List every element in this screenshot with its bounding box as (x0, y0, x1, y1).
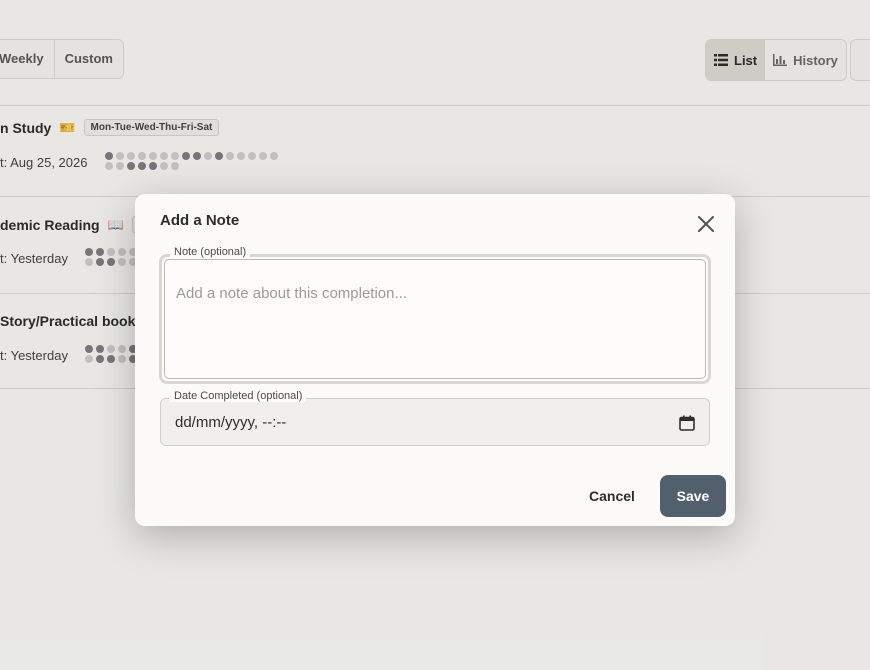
date-label: Date Completed (optional) (170, 390, 307, 402)
save-button[interactable]: Save (660, 475, 726, 517)
note-field (159, 254, 711, 384)
date-input-value[interactable]: dd/mm/yyyy, --:-- (175, 414, 286, 431)
note-input[interactable] (174, 283, 698, 367)
add-note-dialog: Add a Note Note (optional) dd/mm/yyyy, -… (135, 194, 735, 526)
date-completed-field[interactable]: dd/mm/yyyy, --:-- (160, 398, 710, 446)
calendar-icon[interactable] (679, 415, 695, 431)
dialog-title: Add a Note (160, 212, 240, 229)
cancel-button[interactable]: Cancel (581, 475, 643, 517)
close-icon[interactable] (695, 213, 717, 235)
note-label: Note (optional) (170, 246, 251, 258)
